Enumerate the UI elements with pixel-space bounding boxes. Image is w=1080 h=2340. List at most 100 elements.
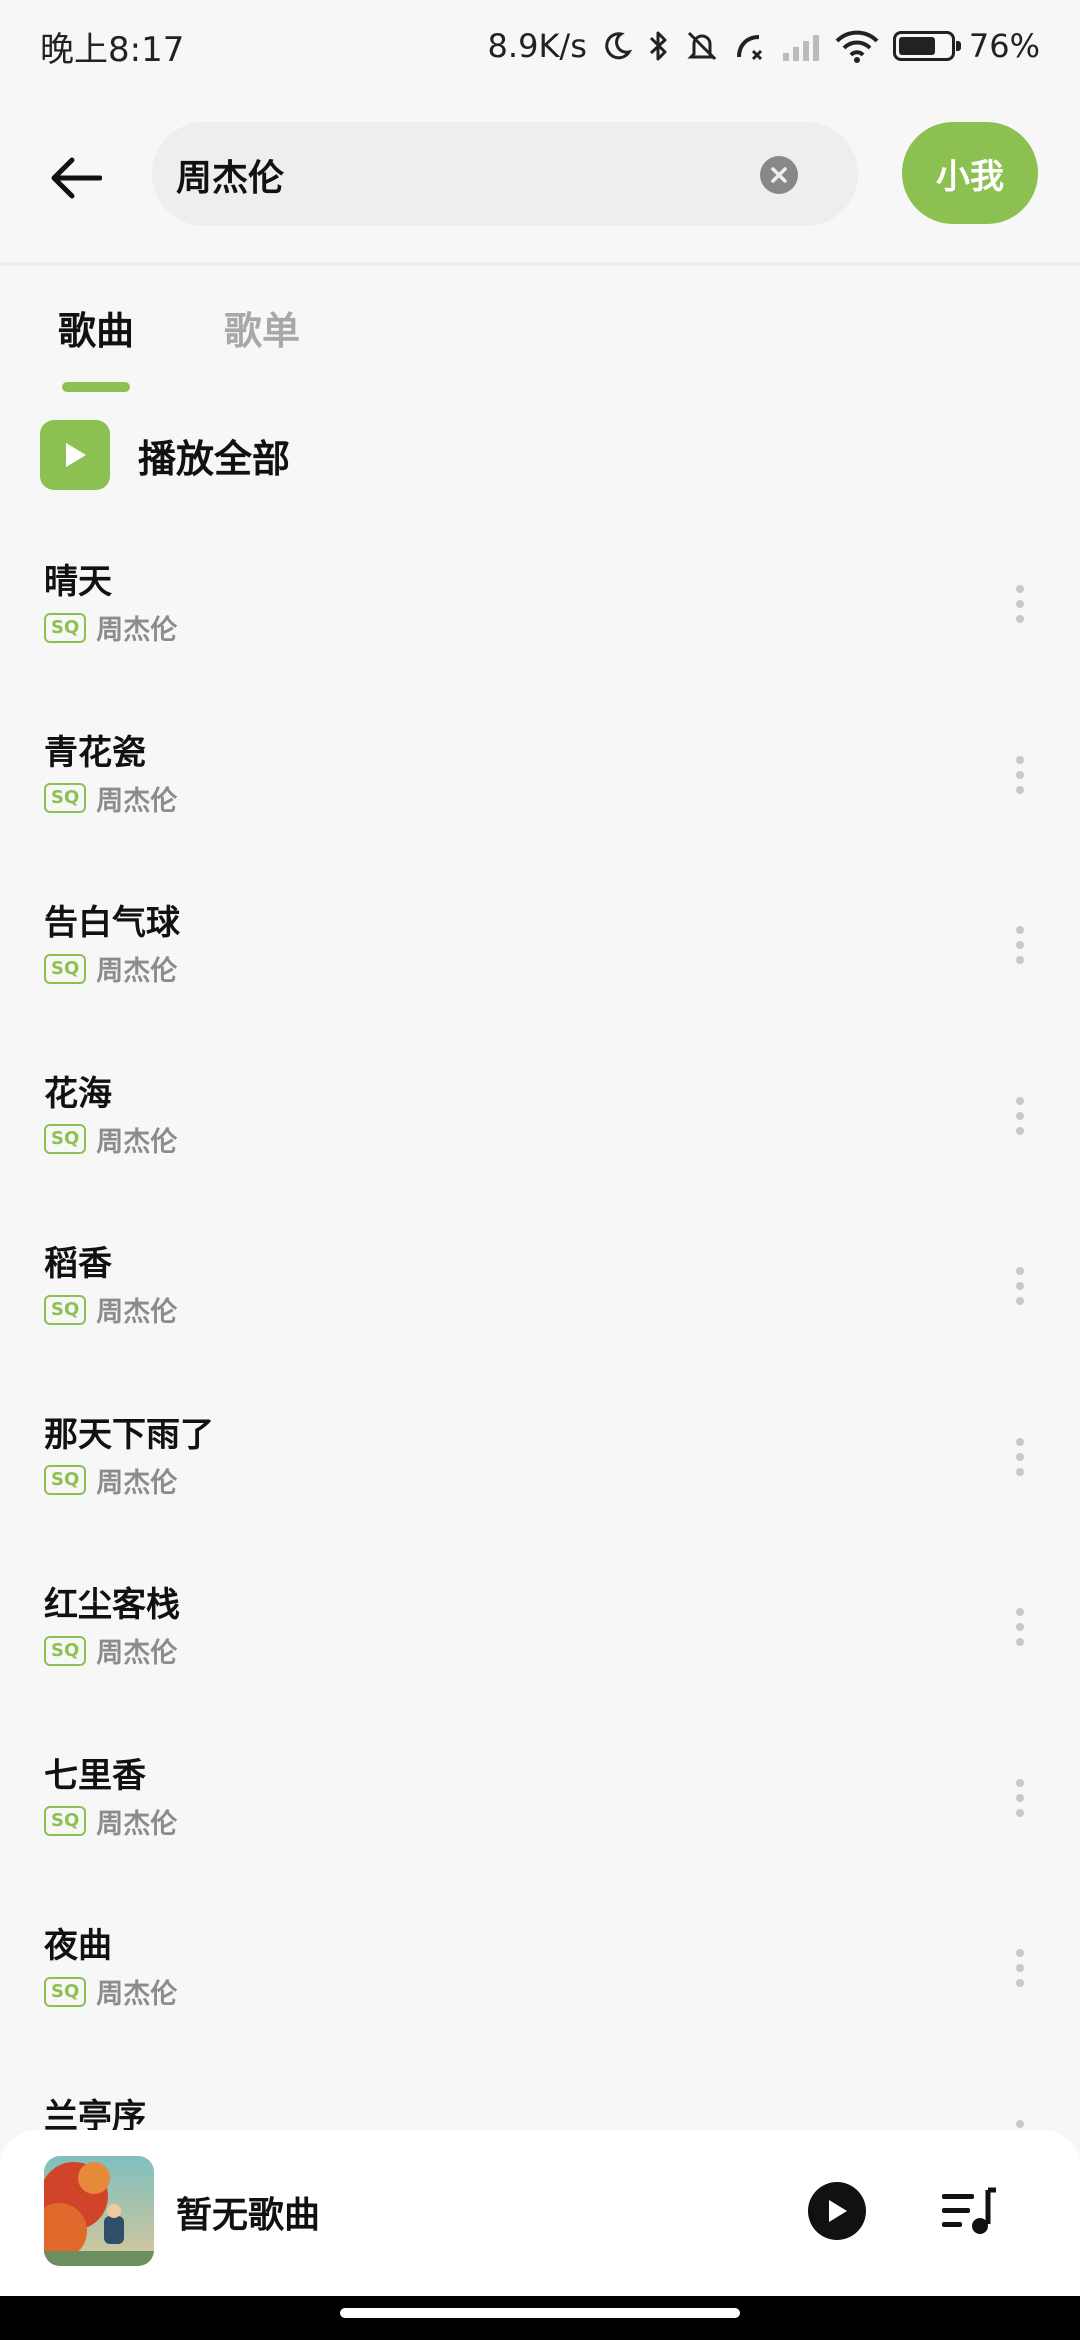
more-options-button[interactable] xyxy=(1000,574,1040,634)
more-dot xyxy=(1016,1297,1024,1305)
song-meta: SQ 周杰伦 xyxy=(44,608,177,647)
navigation-bar xyxy=(0,2296,1080,2340)
play-icon xyxy=(40,420,110,490)
song-meta: SQ 周杰伦 xyxy=(44,1802,177,1841)
more-dot xyxy=(1016,1638,1024,1646)
playlist-queue-button[interactable] xyxy=(940,2182,1000,2240)
more-options-button[interactable] xyxy=(1000,915,1040,975)
sq-badge: SQ xyxy=(44,1635,87,1666)
song-artist: 周杰伦 xyxy=(96,1638,178,1669)
call-missed-icon xyxy=(736,35,762,61)
play-all-label: 播放全部 xyxy=(138,436,291,481)
more-options-button[interactable] xyxy=(1000,1256,1040,1316)
tab-songs[interactable]: 歌曲 xyxy=(58,300,134,355)
song-row[interactable]: 红尘客栈 SQ 周杰伦 xyxy=(0,1553,1080,1724)
battery-fill xyxy=(898,37,936,55)
song-meta: SQ 周杰伦 xyxy=(44,1631,177,1670)
more-options-button[interactable] xyxy=(1000,1427,1040,1487)
player-play-button[interactable] xyxy=(808,2182,866,2240)
song-artist: 周杰伦 xyxy=(96,785,178,817)
song-title: 那天下雨了 xyxy=(44,1414,214,1455)
clear-button[interactable] xyxy=(760,156,798,194)
song-artist: 周杰伦 xyxy=(96,1297,178,1328)
back-button[interactable] xyxy=(40,142,112,214)
more-options-button[interactable] xyxy=(1000,2109,1040,2131)
song-title: 夜曲 xyxy=(44,1926,112,1966)
more-dot xyxy=(1016,1949,1024,1957)
more-dot xyxy=(1016,1111,1024,1120)
home-indicator[interactable] xyxy=(340,2308,740,2318)
more-dot xyxy=(1016,1282,1024,1290)
more-dot xyxy=(1016,585,1024,593)
more-dot xyxy=(1016,1979,1024,1987)
status-time: 晚上8:17 xyxy=(40,29,185,70)
song-title: 花海 xyxy=(44,1073,112,1114)
song-row[interactable]: 七里香 SQ 周杰伦 xyxy=(0,1724,1080,1895)
playlist-icon xyxy=(942,2187,996,2234)
net-speed: 8.9K/s xyxy=(487,27,587,65)
more-dot xyxy=(1016,941,1024,949)
play-icon xyxy=(829,2200,847,2222)
more-options-button[interactable] xyxy=(1000,1768,1040,1828)
song-title: 红尘客栈 xyxy=(44,1585,180,1625)
song-title: 青花瓷 xyxy=(44,732,146,773)
more-dot xyxy=(1016,755,1024,764)
arrow-left-icon xyxy=(51,157,102,199)
play-all-button[interactable]: 播放全部 xyxy=(40,420,290,490)
battery-icon xyxy=(892,31,961,61)
signal-icon xyxy=(782,35,819,61)
song-row[interactable]: 晴天 SQ 周杰伦 xyxy=(0,530,1080,701)
song-row[interactable]: 那天下雨了 SQ 周杰伦 xyxy=(0,1383,1080,1554)
album-art[interactable] xyxy=(44,2156,154,2266)
song-row[interactable]: 稻香 SQ 周杰伦 xyxy=(0,1212,1080,1383)
sq-badge: SQ xyxy=(44,783,87,813)
bell-off-icon xyxy=(687,31,717,61)
song-meta: SQ 周杰伦 xyxy=(44,779,177,818)
more-options-button[interactable] xyxy=(1000,1086,1040,1146)
tab-indicator xyxy=(62,382,130,392)
more-dot xyxy=(1016,770,1024,779)
more-dot xyxy=(1016,1623,1024,1631)
song-artist: 周杰伦 xyxy=(96,956,178,987)
song-title: 告白气球 xyxy=(44,903,180,943)
more-dot xyxy=(1016,1964,1024,1972)
song-row[interactable]: 兰亭序SQ周杰伦 xyxy=(0,2065,1080,2131)
moon-icon xyxy=(605,32,633,60)
song-artist: 周杰伦 xyxy=(96,1467,178,1499)
more-dot xyxy=(1016,1808,1024,1817)
song-row[interactable]: 告白气球 SQ 周杰伦 xyxy=(0,871,1080,1042)
wifi-icon xyxy=(835,30,879,63)
battery-percent: 76% xyxy=(968,27,1040,65)
song-artist: 周杰伦 xyxy=(96,1979,178,2010)
song-list: 晴天 SQ 周杰伦 青花瓷 SQ 周杰伦 告白气球 SQ 周杰伦 花海 SQ 周杰伦 稻香 SQ 周杰伦 那天… xyxy=(0,530,1080,2130)
more-dot xyxy=(1016,1778,1024,1787)
more-dot xyxy=(1016,926,1024,934)
song-artist: 周杰伦 xyxy=(96,1126,178,1158)
song-meta: SQ 周杰伦 xyxy=(44,1972,177,2011)
search-header: 小我 xyxy=(0,92,1080,262)
song-meta: SQ 周杰伦 xyxy=(44,1461,177,1500)
header-divider xyxy=(0,262,1080,266)
mini-player[interactable]: 暂无歌曲 xyxy=(0,2130,1080,2296)
status-bar: 晚上8:17 8.9K/s 76% xyxy=(0,0,1080,92)
search-input[interactable] xyxy=(174,122,738,228)
more-dot xyxy=(1016,1126,1024,1135)
song-row[interactable]: 花海 SQ 周杰伦 xyxy=(0,1042,1080,1213)
more-dot xyxy=(1016,1452,1024,1461)
song-row[interactable]: 夜曲 SQ 周杰伦 xyxy=(0,1894,1080,2065)
more-dot xyxy=(1016,615,1024,623)
song-row[interactable]: 青花瓷 SQ 周杰伦 xyxy=(0,701,1080,872)
song-title: 七里香 xyxy=(44,1755,146,1796)
tab-playlists[interactable]: 歌单 xyxy=(224,300,300,355)
more-options-button[interactable] xyxy=(1000,1597,1040,1657)
more-options-button[interactable] xyxy=(1000,1938,1040,1998)
more-dot xyxy=(1016,1608,1024,1616)
sq-badge: SQ xyxy=(44,1806,87,1836)
more-options-button[interactable] xyxy=(1000,745,1040,805)
sq-badge: SQ xyxy=(44,1294,87,1325)
tab-bar: 歌曲 歌单 xyxy=(0,290,1080,400)
search-box xyxy=(152,122,858,228)
song-title: 稻香 xyxy=(44,1244,112,1284)
search-button[interactable]: 小我 xyxy=(902,122,1038,224)
sq-badge: SQ xyxy=(44,953,87,984)
